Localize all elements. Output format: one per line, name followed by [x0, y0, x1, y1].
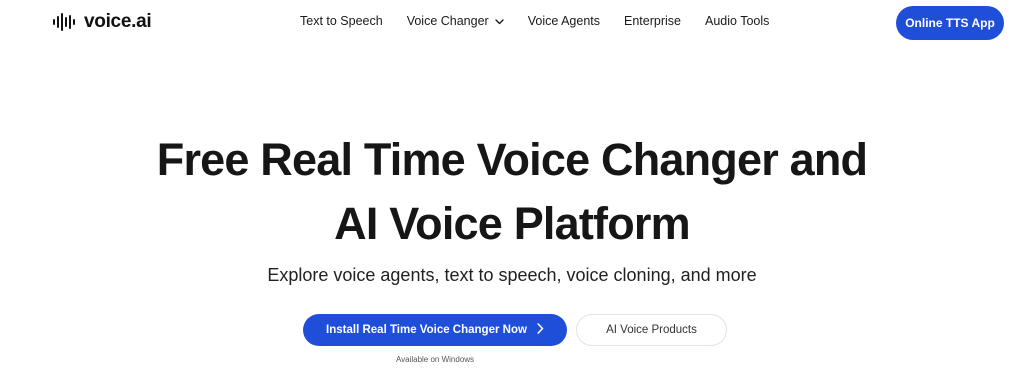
- landing-page: voice.ai Text to Speech Voice Changer Vo…: [0, 0, 1024, 379]
- nav-item-label: Audio Tools: [704, 14, 770, 28]
- site-header: voice.ai Text to Speech Voice Changer Vo…: [0, 0, 1024, 46]
- nav-item-voice-changer[interactable]: Voice Changer: [407, 14, 504, 28]
- logo-link[interactable]: voice.ai: [52, 11, 152, 33]
- nav-item-label: Voice Agents: [527, 14, 600, 28]
- nav-item-text-to-speech[interactable]: Text to Speech: [300, 14, 383, 28]
- online-tts-app-button[interactable]: Online TTS App: [896, 6, 1004, 40]
- waveform-icon: [52, 13, 78, 31]
- main-nav: Text to Speech Voice Changer Voice Agent…: [300, 14, 769, 28]
- nav-item-voice-agents[interactable]: Voice Agents: [528, 14, 600, 28]
- nav-item-label: Enterprise: [624, 14, 681, 28]
- install-voice-changer-button[interactable]: Install Real Time Voice Changer Now: [303, 314, 567, 346]
- nav-item-label: Text to Speech: [300, 14, 383, 28]
- nav-item-enterprise[interactable]: Enterprise: [624, 14, 681, 28]
- nav-item-audio-tools[interactable]: Audio Tools: [705, 14, 769, 28]
- nav-item-label: Voice Changer: [406, 14, 489, 28]
- chevron-right-icon: [537, 323, 544, 337]
- hero-title: Free Real Time Voice Changer and AI Voic…: [0, 128, 1024, 256]
- brand-name: voice.ai: [84, 11, 152, 32]
- chevron-down-icon: [495, 14, 504, 28]
- ai-voice-products-button[interactable]: AI Voice Products: [576, 314, 727, 346]
- hero-title-line-2: AI Voice Platform: [334, 198, 690, 249]
- hero-subtitle: Explore voice agents, text to speech, vo…: [267, 265, 757, 285]
- platform-note: Available on Windows: [395, 355, 475, 364]
- install-button-label: Install Real Time Voice Changer Now: [326, 324, 527, 336]
- hero-title-line-1: Free Real Time Voice Changer and: [156, 134, 868, 185]
